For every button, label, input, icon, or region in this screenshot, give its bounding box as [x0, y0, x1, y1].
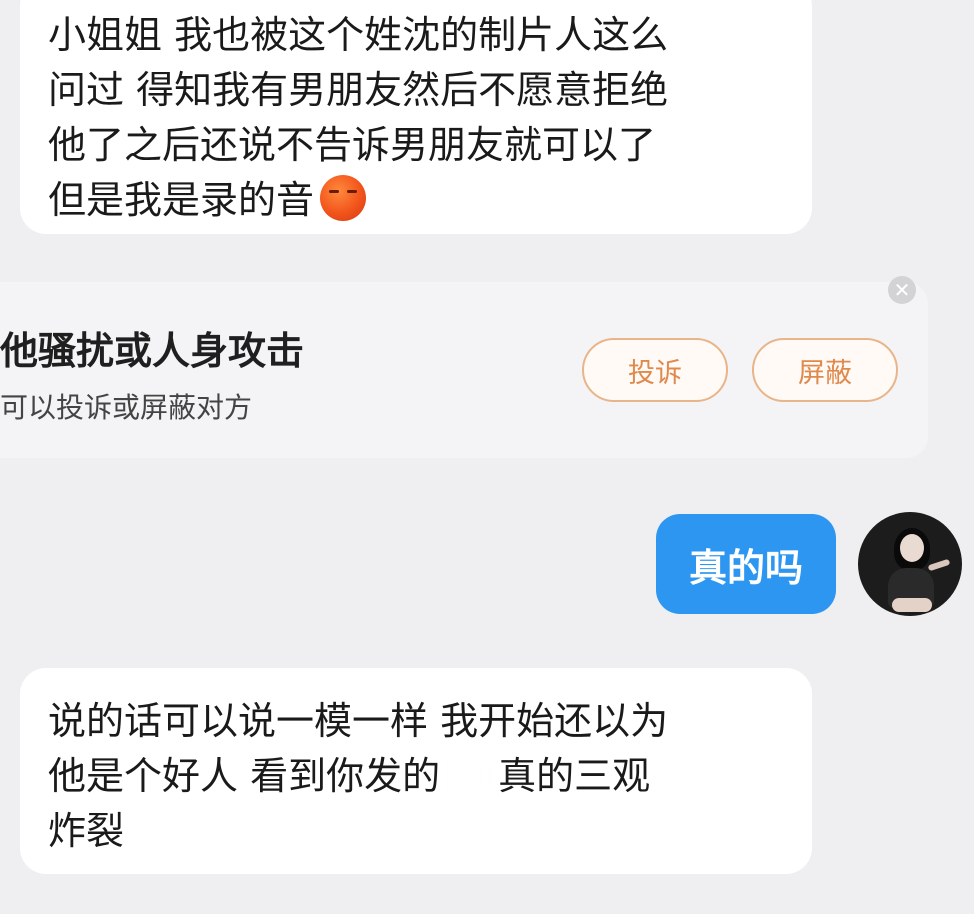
message-line: 他了之后还说不告诉男朋友就可以了	[48, 123, 657, 167]
block-button[interactable]: 屏蔽	[752, 338, 898, 402]
message-line-with-emoji: 但是我是录的音	[48, 173, 792, 228]
avatar-arm	[927, 558, 951, 572]
avatar-face	[900, 534, 924, 562]
harassment-report-panel: 他骚扰或人身攻击 可以投诉或屏蔽对方 投诉 屏蔽 ✕	[0, 276, 928, 458]
message-line: 炸裂	[48, 809, 125, 853]
message-line: 小姐姐 我也被这个姓沈的制片人这么	[48, 13, 669, 57]
avatar[interactable]	[858, 512, 962, 616]
message-line: 问过 得知我有男朋友然后不愿意拒绝	[48, 68, 669, 112]
message-line-text: 他是个好人 看到你发的	[48, 754, 441, 798]
close-icon[interactable]: ✕	[888, 276, 916, 304]
report-panel-title: 他骚扰或人身攻击	[0, 329, 305, 373]
orange-face-emoji-icon	[320, 175, 367, 221]
outgoing-message-bubble[interactable]: 真的吗	[656, 514, 836, 614]
message-line: 说的话可以说一模一样 我开始还以为	[48, 699, 669, 743]
report-panel-subtitle: 可以投诉或屏蔽对方	[0, 391, 253, 424]
report-button[interactable]: 投诉	[582, 338, 728, 402]
message-line-text: 真的三观	[498, 754, 651, 798]
redacted-text	[440, 757, 499, 795]
avatar-legs	[892, 598, 932, 612]
message-line-with-redaction: 他是个好人 看到你发的 真的三观	[48, 749, 792, 804]
incoming-message-bubble[interactable]: 小姐姐 我也被这个姓沈的制片人这么 问过 得知我有男朋友然后不愿意拒绝 他了之后…	[20, 0, 812, 234]
incoming-message-bubble[interactable]: 说的话可以说一模一样 我开始还以为 他是个好人 看到你发的 真的三观 炸裂	[20, 668, 812, 874]
message-line-text: 但是我是录的音	[48, 178, 315, 222]
